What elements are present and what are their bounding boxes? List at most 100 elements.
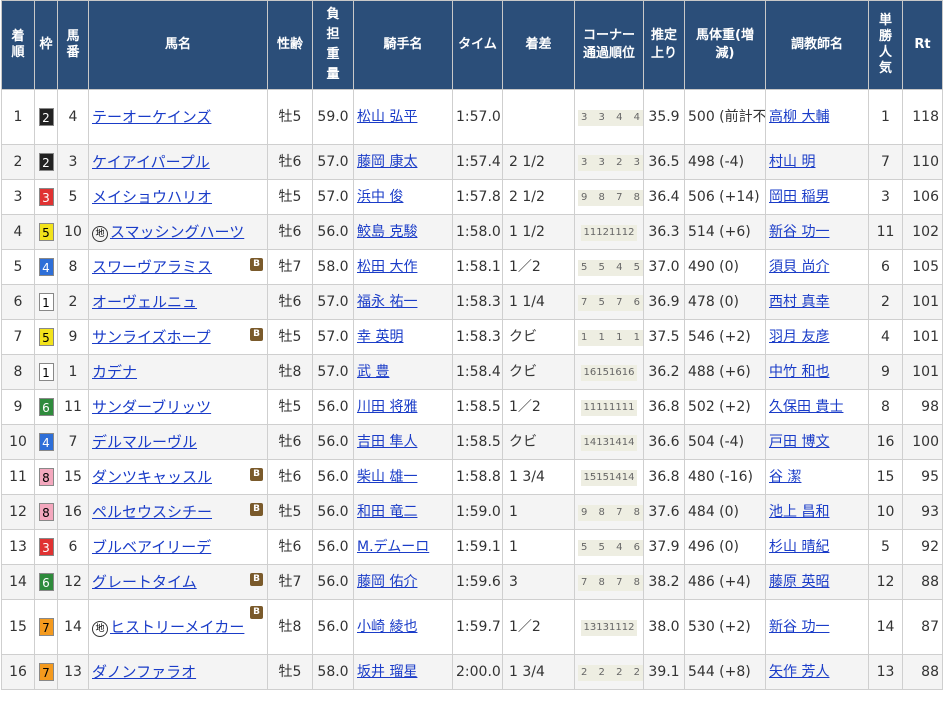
jockey-link[interactable]: 小崎 綾也 — [357, 619, 417, 635]
waku-cell: 4 — [34, 249, 58, 285]
agari-value: 36.8 — [648, 399, 680, 415]
rt-value: 98 — [921, 399, 939, 415]
rank-value: 10 — [9, 434, 27, 450]
jockey-cell: 松田 大作 — [353, 249, 453, 285]
jockey-link[interactable]: 松田 大作 — [357, 259, 417, 275]
jockey-link[interactable]: 福永 祐一 — [357, 294, 417, 310]
trainer-cell: 矢作 芳人 — [765, 654, 869, 690]
margin-cell: クビ — [502, 424, 575, 460]
jockey-link[interactable]: 藤岡 康太 — [357, 154, 417, 170]
horse-link[interactable]: ケイアイパープル — [92, 153, 210, 171]
rank-value: 3 — [13, 189, 23, 205]
header-weight[interactable]: 馬体重(増減) — [684, 0, 766, 90]
header-pop[interactable]: 単勝人気 — [868, 0, 903, 90]
margin-cell: 1 1/2 — [502, 214, 575, 250]
trainer-link[interactable]: 戸田 博文 — [769, 434, 829, 450]
sexage-cell: 牡6 — [267, 459, 313, 495]
trainer-link[interactable]: 矢作 芳人 — [769, 664, 829, 680]
time-cell: 1:58.4 — [452, 354, 503, 390]
burden-cell: 56.0 — [312, 459, 354, 495]
trainer-link[interactable]: 岡田 稲男 — [769, 189, 829, 205]
margin-cell: 3 — [502, 564, 575, 600]
header-rt[interactable]: Rt — [902, 0, 943, 90]
trainer-link[interactable]: 高柳 大輔 — [769, 109, 829, 125]
agari-cell: 35.9 — [643, 89, 685, 145]
num-value: 3 — [68, 154, 78, 170]
table-row: 8 1 1 カデナ 牡8 57.0 武 豊 1:58.4 クビ 16151616 36.2 488 (… — [1, 354, 943, 390]
trainer-link[interactable]: 池上 昌和 — [769, 504, 829, 520]
header-waku[interactable]: 枠 — [34, 0, 58, 90]
burden-value: 59.0 — [317, 109, 349, 125]
weight-value: 546 (+2) — [688, 329, 751, 345]
horse-link[interactable]: メイショウハリオ — [92, 188, 212, 206]
jockey-link[interactable]: 幸 英明 — [357, 329, 403, 345]
header-sexage[interactable]: 性齢 — [267, 0, 313, 90]
trainer-link[interactable]: 新谷 功一 — [769, 619, 829, 635]
horse-link[interactable]: ブルベアイリーデ — [92, 538, 211, 556]
horse-link[interactable]: カデナ — [92, 363, 137, 381]
jockey-link[interactable]: 柴山 雄一 — [357, 469, 417, 485]
trainer-link[interactable]: 須貝 尚介 — [769, 259, 829, 275]
trainer-link[interactable]: 藤原 英昭 — [769, 574, 829, 590]
burden-value: 57.0 — [317, 294, 349, 310]
trainer-link[interactable]: 杉山 晴紀 — [769, 539, 829, 555]
header-burden[interactable]: 負担重量 — [312, 0, 354, 90]
trainer-link[interactable]: 羽月 友彦 — [769, 329, 829, 345]
agari-value: 38.2 — [648, 574, 680, 590]
horse-link[interactable]: ダンツキャッスル — [92, 468, 212, 486]
horse-cell: ペルセウスシチー B — [88, 494, 268, 530]
header-time[interactable]: タイム — [452, 0, 503, 90]
header-trainer[interactable]: 調教師名 — [765, 0, 869, 90]
header-margin[interactable]: 着差 — [502, 0, 575, 90]
burden-value: 57.0 — [317, 364, 349, 380]
jockey-link[interactable]: 藤岡 佑介 — [357, 574, 417, 590]
trainer-link[interactable]: 中竹 和也 — [769, 364, 829, 380]
header-num[interactable]: 馬番 — [57, 0, 89, 90]
jockey-link[interactable]: 吉田 隼人 — [357, 434, 417, 450]
horse-link[interactable]: デルマルーヴル — [92, 433, 197, 451]
jockey-link[interactable]: 和田 竜二 — [357, 504, 417, 520]
agari-cell: 37.0 — [643, 249, 685, 285]
horse-link[interactable]: ペルセウスシチー — [92, 503, 212, 521]
header-rank[interactable]: 着順 — [1, 0, 35, 90]
header-agari[interactable]: 推定上り — [643, 0, 685, 90]
trainer-link[interactable]: 久保田 貴士 — [769, 399, 843, 415]
weight-value: 484 (0) — [688, 504, 740, 520]
waku-badge: 5 — [38, 328, 54, 346]
jockey-link[interactable]: 鮫島 克駿 — [357, 224, 417, 240]
jockey-link[interactable]: M.デムーロ — [357, 539, 429, 555]
weight-value: 544 (+8) — [688, 664, 751, 680]
time-cell: 1:57.8 — [452, 179, 503, 215]
header-jockey-label: 騎手名 — [383, 37, 423, 52]
sexage-value: 牡6 — [278, 294, 302, 310]
horse-cell: オーヴェルニュ — [88, 284, 268, 320]
horse-link[interactable]: スワーヴアラミス — [92, 258, 212, 276]
header-jockey[interactable]: 騎手名 — [353, 0, 453, 90]
num-value: 6 — [68, 539, 78, 555]
horse-link[interactable]: ヒストリーメイカー — [110, 618, 244, 636]
horse-link[interactable]: サンダーブリッツ — [92, 398, 211, 416]
jockey-link[interactable]: 浜中 俊 — [357, 189, 403, 205]
header-horse[interactable]: 馬名 — [88, 0, 268, 90]
jockey-link[interactable]: 松山 弘平 — [357, 109, 417, 125]
jockey-link[interactable]: 坂井 瑠星 — [357, 664, 417, 680]
time-value: 1:59.0 — [456, 504, 501, 520]
sexage-value: 牡5 — [278, 189, 302, 205]
rank-cell: 4 — [1, 214, 35, 250]
horse-link[interactable]: グレートタイム — [92, 573, 197, 591]
header-corner[interactable]: コーナー通過順位 — [574, 0, 644, 90]
horse-link[interactable]: ダノンファラオ — [92, 663, 196, 681]
trainer-link[interactable]: 新谷 功一 — [769, 224, 829, 240]
trainer-link[interactable]: 村山 明 — [769, 154, 815, 170]
sexage-cell: 牡6 — [267, 214, 313, 250]
rank-cell: 5 — [1, 249, 35, 285]
jockey-link[interactable]: 武 豊 — [357, 364, 389, 380]
horse-link[interactable]: オーヴェルニュ — [92, 293, 197, 311]
trainer-link[interactable]: 谷 潔 — [769, 469, 801, 485]
horse-link[interactable]: テーオーケインズ — [92, 108, 211, 126]
jockey-link[interactable]: 川田 将雅 — [357, 399, 417, 415]
horse-link[interactable]: スマッシングハーツ — [110, 223, 244, 241]
horse-link[interactable]: サンライズホープ — [92, 328, 211, 346]
trainer-link[interactable]: 西村 真幸 — [769, 294, 829, 310]
pop-value: 11 — [876, 224, 895, 240]
